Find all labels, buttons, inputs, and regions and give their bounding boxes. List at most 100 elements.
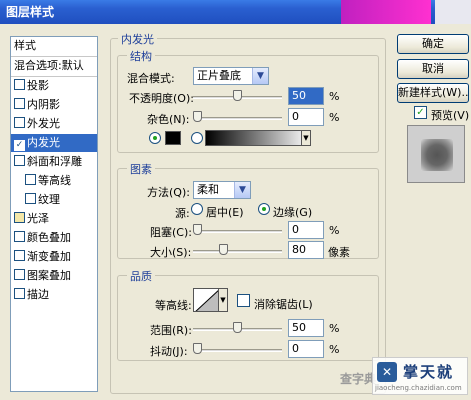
choke-unit: %: [329, 224, 340, 237]
jitter-slider[interactable]: [193, 343, 282, 355]
style-list[interactable]: 样式 混合选项:默认 投影 内阴影 外发光 内发光 斜面和浮雕 等高线 纹理 光…: [10, 36, 98, 392]
chevron-down-icon: ▼: [234, 182, 250, 198]
watermark-text: 查字典: [340, 372, 377, 386]
technique-select[interactable]: 柔和 ▼: [193, 181, 251, 199]
preview-swatch: [421, 139, 453, 171]
contour-picker[interactable]: [193, 288, 219, 312]
gradient-picker[interactable]: ▼: [205, 130, 311, 146]
checkbox[interactable]: [14, 155, 25, 166]
antialias-label: 消除锯齿(L): [254, 298, 313, 311]
style-list-item-texture[interactable]: 纹理: [11, 191, 97, 209]
blend-mode-label: 混合模式:: [127, 72, 175, 85]
checkbox[interactable]: [14, 250, 25, 261]
slider-track: [193, 349, 282, 352]
slider-thumb[interactable]: [193, 343, 202, 354]
source-center-label: 居中(E): [206, 206, 244, 219]
range-label: 范围(R):: [150, 324, 192, 337]
title-bar-edge: [435, 0, 471, 24]
noise-label: 杂色(N):: [147, 113, 190, 126]
source-edge-radio[interactable]: [258, 203, 270, 215]
checkbox[interactable]: [14, 288, 25, 299]
quality-title: 品质: [127, 268, 155, 284]
chevron-down-icon: ▼: [301, 130, 311, 146]
slider-track: [193, 117, 282, 120]
gradient-radio[interactable]: [191, 132, 203, 144]
structure-title: 结构: [127, 48, 155, 64]
slider-track: [193, 230, 282, 233]
opacity-unit: %: [329, 90, 340, 103]
style-list-item-inner-shadow[interactable]: 内阴影: [11, 96, 97, 114]
choke-slider[interactable]: [193, 224, 282, 236]
title-bar[interactable]: 图层样式: [0, 0, 471, 24]
antialias-checkbox[interactable]: [237, 294, 250, 307]
style-list-header[interactable]: 样式: [11, 37, 97, 55]
noise-slider[interactable]: [193, 111, 282, 123]
checkbox[interactable]: [14, 269, 25, 280]
preview-label: 预览(V): [431, 109, 470, 122]
window-title: 图层样式: [6, 5, 55, 19]
style-list-item-gradient-overlay[interactable]: 渐变叠加: [11, 248, 97, 266]
logo-icon: ✕: [377, 362, 397, 382]
glow-color-swatch[interactable]: [165, 131, 181, 145]
chevron-down-icon: ▼: [252, 68, 268, 84]
checkbox[interactable]: [14, 212, 25, 223]
style-list-item-drop-shadow[interactable]: 投影: [11, 77, 97, 95]
noise-unit: %: [329, 111, 340, 124]
noise-input[interactable]: 0: [288, 108, 324, 126]
slider-thumb[interactable]: [233, 322, 242, 333]
slider-thumb[interactable]: [233, 90, 242, 101]
style-list-item-bevel-emboss[interactable]: 斜面和浮雕: [11, 153, 97, 171]
jitter-unit: %: [329, 343, 340, 356]
style-list-item-blending-options[interactable]: 混合选项:默认: [11, 57, 97, 75]
watermark-logo: ✕ 掌天就 jiaocheng.chazidian.com: [372, 357, 468, 395]
jitter-label: 抖动(J):: [150, 345, 188, 358]
size-unit: 像素: [328, 246, 350, 259]
style-list-item-outer-glow[interactable]: 外发光: [11, 115, 97, 133]
elements-title: 图素: [127, 161, 155, 177]
contour-curve-icon: [195, 290, 218, 311]
contour-label: 等高线:: [155, 299, 192, 312]
style-list-item-satin[interactable]: 光泽: [11, 210, 97, 228]
style-list-item-stroke[interactable]: 描边: [11, 286, 97, 304]
range-slider[interactable]: [193, 322, 282, 334]
ok-button[interactable]: 确定: [397, 34, 469, 54]
source-edge-label: 边缘(G): [273, 206, 313, 219]
checkbox[interactable]: [14, 79, 25, 90]
source-center-radio[interactable]: [191, 203, 203, 215]
checkbox[interactable]: [14, 98, 25, 109]
slider-track: [193, 250, 282, 253]
contour-dropdown-button[interactable]: ▼: [219, 288, 228, 312]
slider-thumb[interactable]: [219, 244, 228, 255]
range-unit: %: [329, 322, 340, 335]
checkbox[interactable]: [14, 117, 25, 128]
style-list-item-pattern-overlay[interactable]: 图案叠加: [11, 267, 97, 285]
solid-color-radio[interactable]: [149, 132, 161, 144]
chevron-down-icon: ▼: [220, 296, 226, 304]
range-input[interactable]: 50: [288, 319, 324, 337]
blend-mode-select[interactable]: 正片叠底 ▼: [193, 67, 269, 85]
style-list-item-color-overlay[interactable]: 颜色叠加: [11, 229, 97, 247]
technique-label: 方法(Q):: [147, 186, 190, 199]
opacity-input[interactable]: 50: [288, 87, 324, 105]
slider-thumb[interactable]: [193, 111, 202, 122]
size-input[interactable]: 80: [288, 241, 324, 259]
cancel-button[interactable]: 取消: [397, 59, 469, 79]
size-label: 大小(S):: [150, 246, 192, 259]
checkbox[interactable]: [25, 193, 36, 204]
new-style-button[interactable]: 新建样式(W)...: [397, 83, 469, 103]
checkbox[interactable]: [14, 140, 25, 151]
source-label: 源:: [175, 207, 190, 220]
choke-input[interactable]: 0: [288, 221, 324, 239]
style-preview: [407, 125, 465, 183]
choke-label: 阻塞(C):: [150, 226, 192, 239]
opacity-slider[interactable]: [193, 90, 282, 102]
slider-thumb[interactable]: [193, 224, 202, 235]
jitter-input[interactable]: 0: [288, 340, 324, 358]
preview-checkbox[interactable]: ✓: [414, 106, 427, 119]
style-list-item-contour[interactable]: 等高线: [11, 172, 97, 190]
title-bar-decoration: [341, 0, 431, 24]
checkbox[interactable]: [25, 174, 36, 185]
style-list-item-inner-glow[interactable]: 内发光: [11, 134, 97, 152]
checkbox[interactable]: [14, 231, 25, 242]
size-slider[interactable]: [193, 244, 282, 256]
